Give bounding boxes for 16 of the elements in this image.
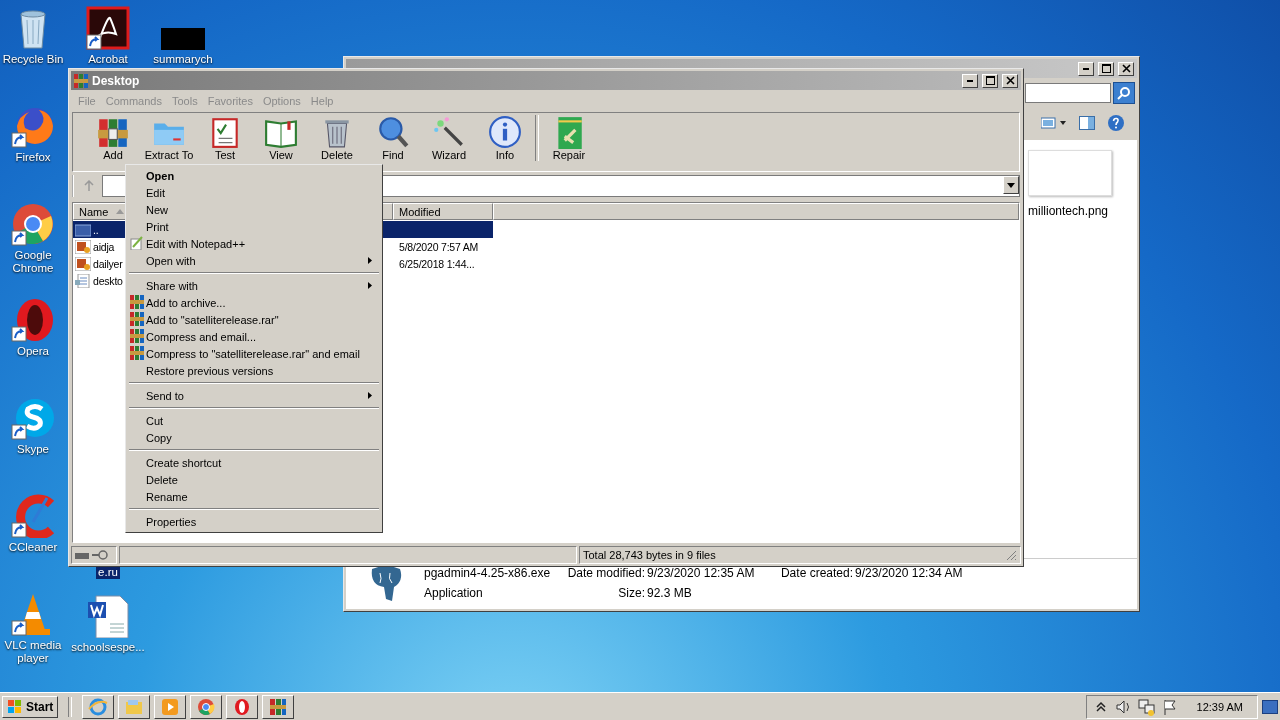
property-value: 9/23/2020 12:35 AM — [647, 566, 756, 580]
file-type: Application — [424, 586, 484, 600]
file-name: dailyer — [93, 257, 123, 270]
file-name: .. — [93, 223, 99, 236]
file-name: deskto — [93, 274, 123, 287]
property-label: Date created: — [779, 566, 853, 580]
file-name: aidja — [93, 240, 115, 253]
date-cell-text: 6/25/2018 1:44... — [398, 256, 476, 272]
property-label: Date modified: — [566, 566, 645, 580]
window-title: Desktop — [92, 73, 140, 88]
property-label: Size: — [617, 586, 645, 600]
property-value: 9/23/2020 12:34 AM — [855, 566, 964, 580]
status-text: Total 28,743 bytes in 9 files — [583, 549, 716, 561]
property-value: 92.3 MB — [647, 586, 693, 600]
date-cell-text: 5/8/2020 7:57 AM — [398, 239, 480, 255]
file-name: pgadmin4-4.25-x86.exe — [424, 566, 552, 580]
